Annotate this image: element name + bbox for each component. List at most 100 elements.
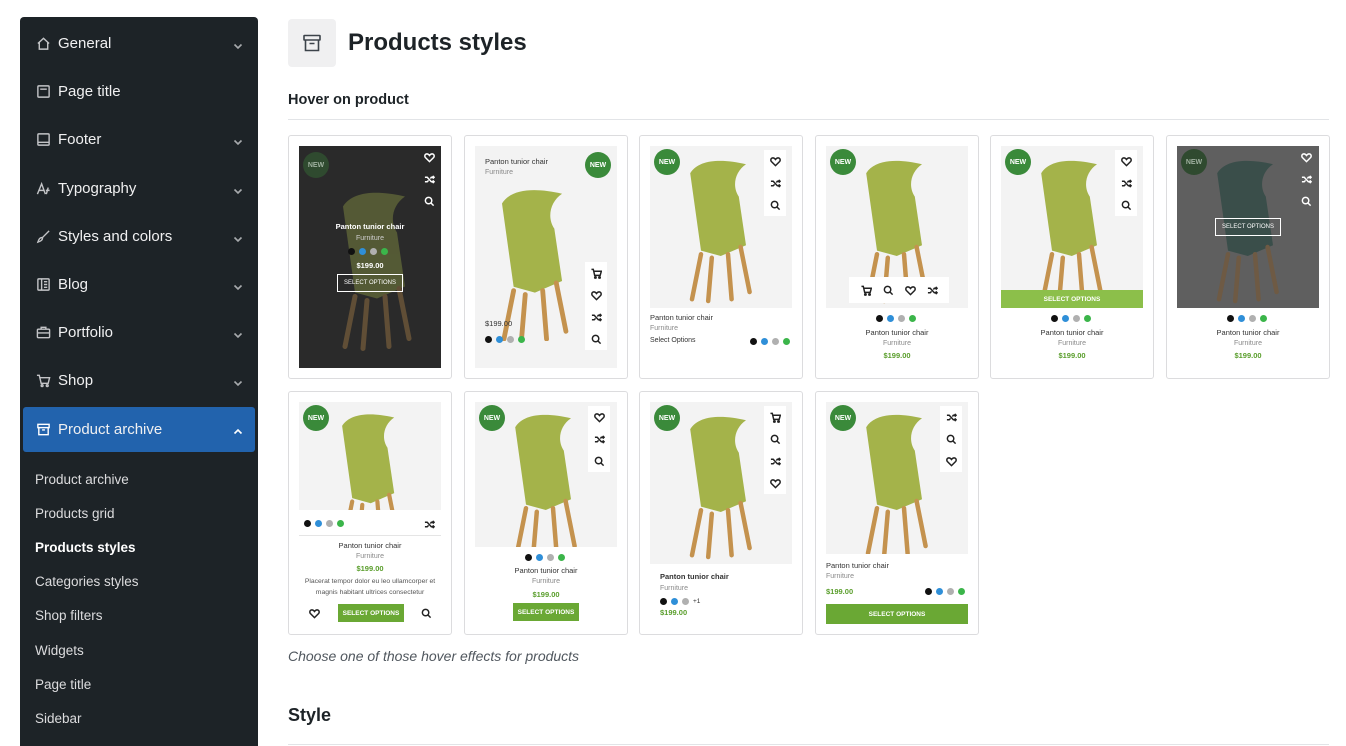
swatch-black[interactable] <box>750 338 757 345</box>
hover-style-option-6[interactable]: NEW SELECT OPTIONS Panton tunior chair F… <box>1166 135 1330 379</box>
sidebar-item-shop[interactable]: Shop <box>23 358 255 403</box>
swatch-gray[interactable] <box>370 248 377 255</box>
swatch-gray[interactable] <box>547 554 554 561</box>
add-to-cart-icon[interactable] <box>855 279 877 301</box>
add-to-cart-icon[interactable] <box>588 262 604 284</box>
swatch-blue[interactable] <box>536 554 543 561</box>
swatch-green[interactable] <box>518 336 525 343</box>
swatch-gray[interactable] <box>1249 315 1256 322</box>
heart-icon[interactable] <box>1298 146 1314 168</box>
heart-icon[interactable] <box>767 150 783 172</box>
subnav-sidebar[interactable]: Sidebar <box>35 711 82 726</box>
sidebar-item-product-archive[interactable]: Product archive <box>23 407 255 452</box>
search-icon[interactable] <box>1118 194 1134 216</box>
swatch-blue[interactable] <box>359 248 366 255</box>
search-icon[interactable] <box>421 190 437 212</box>
sidebar-item-page-title[interactable]: Page title <box>23 69 255 114</box>
swatch-black[interactable] <box>1227 315 1234 322</box>
select-options-button[interactable]: SELECT OPTIONS <box>338 604 404 622</box>
search-icon[interactable] <box>767 428 783 450</box>
hover-style-option-2[interactable]: Panton tunior chair Furniture NEW $199.0… <box>464 135 628 379</box>
heart-icon[interactable] <box>943 450 959 472</box>
subnav-products-styles[interactable]: Products styles <box>35 540 136 555</box>
swatch-black[interactable] <box>304 520 311 527</box>
heart-icon[interactable] <box>588 284 604 306</box>
select-options-button[interactable]: SELECT OPTIONS <box>1215 218 1281 236</box>
shuffle-icon[interactable] <box>421 168 437 190</box>
sidebar-item-general[interactable]: General <box>23 21 255 66</box>
swatch-green[interactable] <box>958 588 965 595</box>
search-icon[interactable] <box>591 450 607 472</box>
swatch-black[interactable] <box>348 248 355 255</box>
swatch-blue[interactable] <box>887 315 894 322</box>
select-options-button[interactable]: SELECT OPTIONS <box>337 274 403 292</box>
hover-style-option-7[interactable]: NEW Panton tunior chair Furniture $199.0… <box>288 391 452 635</box>
hover-style-option-5[interactable]: NEW SELECT OPTIONS Panton tunior chair F… <box>990 135 1154 379</box>
swatch-black[interactable] <box>485 336 492 343</box>
shuffle-icon[interactable] <box>1298 168 1314 190</box>
swatch-gray[interactable] <box>682 598 689 605</box>
shuffle-icon[interactable] <box>421 513 437 535</box>
swatch-gray[interactable] <box>772 338 779 345</box>
swatch-blue[interactable] <box>1062 315 1069 322</box>
heart-icon[interactable] <box>421 146 437 168</box>
shuffle-icon[interactable] <box>921 279 943 301</box>
swatch-black[interactable] <box>876 315 883 322</box>
heart-icon[interactable] <box>306 602 322 624</box>
swatch-black[interactable] <box>925 588 932 595</box>
swatch-black[interactable] <box>660 598 667 605</box>
swatch-blue[interactable] <box>315 520 322 527</box>
swatch-gray[interactable] <box>947 588 954 595</box>
swatch-green[interactable] <box>381 248 388 255</box>
swatch-blue[interactable] <box>496 336 503 343</box>
sidebar-item-portfolio[interactable]: Portfolio <box>23 310 255 355</box>
heart-icon[interactable] <box>1118 150 1134 172</box>
swatch-blue[interactable] <box>936 588 943 595</box>
swatch-black[interactable] <box>1051 315 1058 322</box>
heart-icon[interactable] <box>591 406 607 428</box>
select-options-button[interactable]: SELECT OPTIONS <box>826 604 968 624</box>
shuffle-icon[interactable] <box>1118 172 1134 194</box>
shuffle-icon[interactable] <box>591 428 607 450</box>
swatch-green[interactable] <box>909 315 916 322</box>
swatch-green[interactable] <box>783 338 790 345</box>
swatch-green[interactable] <box>1084 315 1091 322</box>
search-icon[interactable] <box>877 279 899 301</box>
swatch-blue[interactable] <box>671 598 678 605</box>
sidebar-item-typography[interactable]: Typography <box>23 166 255 211</box>
swatch-blue[interactable] <box>761 338 768 345</box>
subnav-products-grid[interactable]: Products grid <box>35 506 115 521</box>
hover-style-option-8[interactable]: NEW Panton tunior chair Furniture $199.0… <box>464 391 628 635</box>
swatch-gray[interactable] <box>1073 315 1080 322</box>
search-icon[interactable] <box>1298 190 1314 212</box>
sidebar-item-footer[interactable]: Footer <box>23 117 255 162</box>
subnav-page-title[interactable]: Page title <box>35 677 91 692</box>
hover-style-option-4[interactable]: NEW Panton tunior chair Furniture $199.0… <box>815 135 979 379</box>
heart-icon[interactable] <box>767 472 783 494</box>
hover-style-option-9[interactable]: NEW Panton tunior chair Furniture +1 $19… <box>639 391 803 635</box>
swatch-green[interactable] <box>337 520 344 527</box>
swatch-green[interactable] <box>558 554 565 561</box>
search-icon[interactable] <box>767 194 783 216</box>
subnav-shop-filters[interactable]: Shop filters <box>35 608 103 623</box>
select-options-button[interactable]: SELECT OPTIONS <box>1001 290 1143 308</box>
select-options-link[interactable]: Select Options <box>650 337 696 344</box>
select-options-button[interactable]: SELECT OPTIONS <box>513 603 579 621</box>
shuffle-icon[interactable] <box>943 406 959 428</box>
subnav-widgets[interactable]: Widgets <box>35 643 84 658</box>
heart-icon[interactable] <box>899 279 921 301</box>
subnav-categories-styles[interactable]: Categories styles <box>35 574 139 589</box>
shuffle-icon[interactable] <box>767 450 783 472</box>
search-icon[interactable] <box>588 328 604 350</box>
sidebar-item-blog[interactable]: Blog <box>23 262 255 307</box>
search-icon[interactable] <box>943 428 959 450</box>
swatch-gray[interactable] <box>507 336 514 343</box>
shuffle-icon[interactable] <box>588 306 604 328</box>
hover-style-option-1[interactable]: NEW Panton tunior chair Furniture $199.0… <box>288 135 452 379</box>
subnav-product-archive[interactable]: Product archive <box>35 472 129 487</box>
swatch-gray[interactable] <box>326 520 333 527</box>
add-to-cart-icon[interactable] <box>767 406 783 428</box>
hover-style-option-3[interactable]: NEW Panton tunior chair Furniture Select… <box>639 135 803 379</box>
swatch-blue[interactable] <box>1238 315 1245 322</box>
swatch-gray[interactable] <box>898 315 905 322</box>
